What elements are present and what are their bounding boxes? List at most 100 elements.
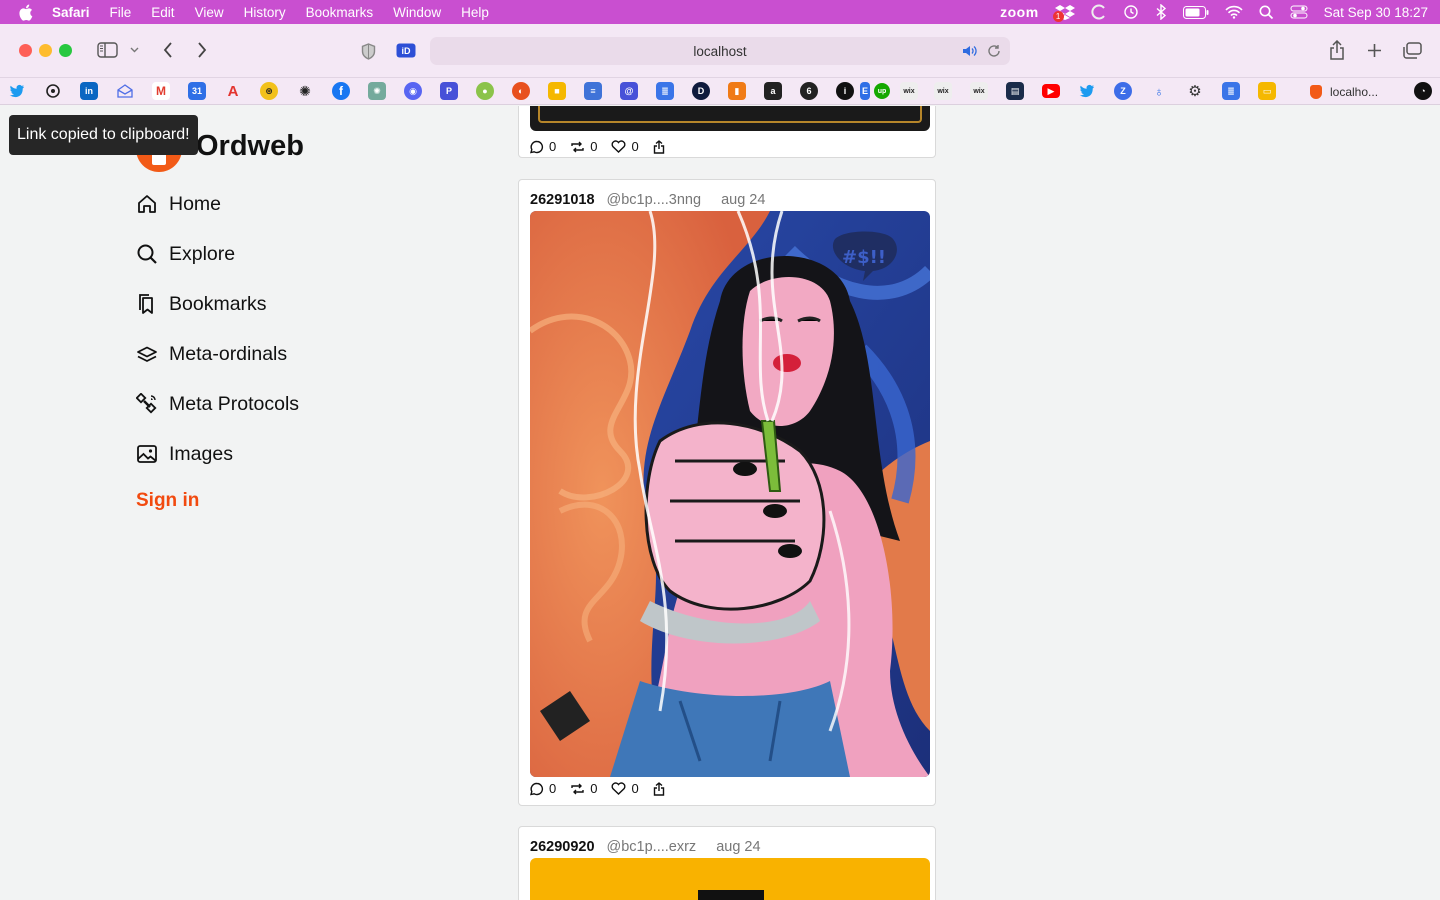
nav-meta-ordinals[interactable]: Meta-ordinals [136, 339, 287, 369]
post-image[interactable] [530, 858, 930, 900]
post-author[interactable]: @bc1p....exrz [607, 839, 697, 855]
app-favorite-icon-17[interactable]: @ [620, 82, 638, 100]
reply-button[interactable]: 0 [530, 139, 556, 154]
like-button[interactable]: 0 [611, 139, 639, 154]
app-favorite-icon-14[interactable]: ◐ [512, 82, 530, 100]
chatgpt-green-favorite-icon[interactable]: ✺ [368, 82, 386, 100]
reply-button[interactable]: 0 [530, 781, 556, 796]
minimize-window-button[interactable] [39, 44, 52, 57]
address-bar[interactable]: localhost [430, 37, 1010, 65]
forward-button[interactable] [192, 39, 212, 61]
app-favorite-icon-29[interactable]: ▤ [1006, 82, 1024, 100]
repost-button[interactable]: 0 [570, 781, 597, 796]
amazon-favorite-icon[interactable]: a [764, 82, 782, 100]
post-image[interactable]: #$!! [530, 211, 930, 777]
nav-home[interactable]: Home [136, 189, 221, 219]
discord-favorite-icon[interactable]: ◉ [404, 82, 422, 100]
mail-favorite-icon[interactable] [116, 82, 134, 100]
nav-images[interactable]: Images [136, 439, 233, 469]
nav-bookmarks[interactable]: Bookmarks [136, 289, 267, 319]
like-button[interactable]: 0 [611, 781, 639, 796]
new-tab-icon[interactable] [1364, 40, 1384, 60]
brand-name[interactable]: Ordweb [196, 130, 304, 163]
post-card[interactable]: 26291018 @bc1p....3nng aug 24 #$!! 0 0 0 [518, 179, 936, 806]
dropbox-icon[interactable]: 1 [1052, 0, 1075, 24]
post-media-thumbnail[interactable] [530, 106, 930, 131]
wix-favorite-icon-1[interactable]: wix [900, 82, 918, 100]
app-favorite-icon-23[interactable]: i [836, 82, 854, 100]
spotlight-search-icon[interactable] [1259, 0, 1274, 24]
app-favorite-icon-15[interactable]: ■ [548, 82, 566, 100]
app-favorite-icon-24[interactable]: E [860, 82, 870, 100]
acrobat-favorite-icon[interactable]: A [224, 82, 242, 100]
linkedin-favorite-icon[interactable]: in [80, 82, 98, 100]
app-favorite-icon-13[interactable]: ● [476, 82, 494, 100]
share-post-button[interactable] [653, 139, 670, 154]
chevron-down-icon[interactable] [128, 44, 140, 56]
wix-favorite-icon-3[interactable]: wix [970, 82, 988, 100]
stack-favorite-icon[interactable]: ≡ [584, 82, 602, 100]
app-favorite-icon-22[interactable]: 6 [800, 82, 818, 100]
menu-file[interactable]: File [110, 5, 132, 20]
speaker-icon[interactable] [962, 44, 978, 61]
docs-favorite-icon[interactable]: ≣ [656, 82, 674, 100]
app-favorite-icon-20[interactable]: ▮ [728, 82, 746, 100]
control-center-icon[interactable] [1290, 0, 1308, 24]
pinned-tab-localhost[interactable]: localho... [1300, 78, 1402, 105]
privacy-shield-icon[interactable] [359, 41, 377, 61]
twitter-favorite-icon-2[interactable] [1078, 82, 1096, 100]
time-machine-icon[interactable] [1123, 0, 1139, 24]
gear-favorite-icon[interactable]: ⚙ [1186, 82, 1204, 100]
chatgpt-favorite-icon[interactable] [44, 82, 62, 100]
app-favorite-icon-32[interactable]: Z [1114, 82, 1132, 100]
menu-bar-clock[interactable]: Sat Sep 30 18:27 [1324, 5, 1428, 20]
battery-icon[interactable] [1182, 0, 1209, 24]
sign-in-link[interactable]: Sign in [136, 490, 199, 512]
menu-help[interactable]: Help [461, 5, 489, 20]
nav-explore[interactable]: Explore [136, 239, 235, 269]
github-favorite-icon[interactable]: ◔ [1414, 82, 1432, 100]
menu-history[interactable]: History [244, 5, 286, 20]
openai-favorite-icon[interactable]: ✺ [296, 82, 314, 100]
zoom-status-item[interactable]: zoom [1000, 0, 1039, 24]
facebook-favorite-icon[interactable]: f [332, 82, 350, 100]
id-extension-icon[interactable]: iD [395, 41, 417, 59]
wifi-icon[interactable] [1225, 0, 1243, 24]
post-card[interactable]: 26290920 @bc1p....exrz aug 24 [518, 826, 936, 900]
bluetooth-icon[interactable] [1155, 0, 1167, 24]
app-favorite-icon-19[interactable]: D [692, 82, 710, 100]
docs-favorite-icon-2[interactable]: ≣ [1222, 82, 1240, 100]
lightbulb-favorite-icon[interactable]: ♁ [1150, 82, 1168, 100]
repost-button[interactable]: 0 [570, 139, 597, 154]
slides-favorite-icon[interactable]: ▭ [1258, 82, 1276, 100]
menu-edit[interactable]: Edit [151, 5, 174, 20]
youtube-favorite-icon[interactable]: ▶ [1042, 84, 1060, 98]
share-post-button[interactable] [653, 781, 670, 796]
tab-overview-icon[interactable] [1401, 40, 1423, 60]
upwork-favorite-icon[interactable]: up [874, 83, 890, 99]
twitter-favorite-icon[interactable] [8, 82, 26, 100]
wix-favorite-icon-2[interactable]: wix [934, 82, 952, 100]
app-favorite-icon-12[interactable]: P [440, 82, 458, 100]
address-bar-url[interactable]: localhost [693, 44, 746, 59]
back-button[interactable] [158, 39, 178, 61]
reload-icon[interactable] [987, 44, 1001, 61]
coin-favorite-icon[interactable]: ⊛ [260, 82, 278, 100]
menu-safari[interactable]: Safari [52, 5, 90, 20]
zoom-window-button[interactable] [59, 44, 72, 57]
inscription-number[interactable]: 26290920 [530, 839, 595, 855]
loading-icon[interactable] [1091, 0, 1107, 24]
sidebar-toggle-icon[interactable] [96, 41, 118, 59]
post-card[interactable]: 0 0 0 [518, 106, 936, 158]
menu-window[interactable]: Window [393, 5, 441, 20]
gmail-favorite-icon[interactable]: M [152, 82, 170, 100]
apple-icon[interactable] [18, 4, 36, 21]
calendar-favorite-icon[interactable]: 31 [188, 82, 206, 100]
menu-bookmarks[interactable]: Bookmarks [306, 5, 374, 20]
post-author[interactable]: @bc1p....3nng [607, 192, 702, 208]
nav-meta-protocols[interactable]: Meta Protocols [136, 389, 299, 419]
inscription-number[interactable]: 26291018 [530, 192, 595, 208]
menu-view[interactable]: View [195, 5, 224, 20]
close-window-button[interactable] [19, 44, 32, 57]
share-icon[interactable] [1327, 38, 1347, 62]
